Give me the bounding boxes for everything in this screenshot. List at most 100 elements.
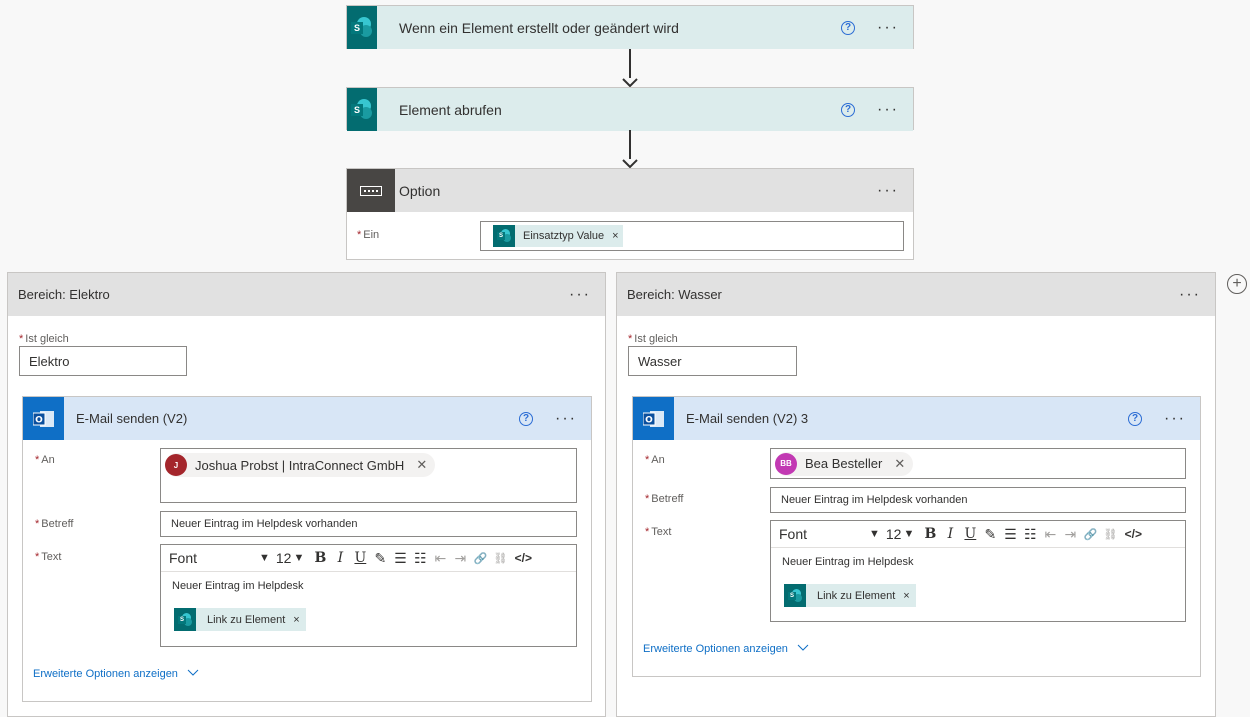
svg-text:O: O [35,415,43,425]
switch-icon [347,169,395,212]
subject-input[interactable]: Neuer Eintrag im Helpdesk vorhanden [770,487,1186,513]
font-select[interactable]: Font [161,550,259,566]
to-label: * An [645,454,665,466]
remove-recipient-icon[interactable]: ✕ [416,457,427,473]
link-icon[interactable]: 🔗 [470,552,490,565]
indent-icon[interactable]: ⇥ [1060,526,1080,543]
flow-arrow [622,49,638,87]
sharepoint-icon: S [174,608,196,631]
get-item-card[interactable]: S Element abrufen ? ··· [346,87,914,131]
send-email-header[interactable]: O E-Mail senden (V2) 3 ? ··· [633,397,1200,440]
underline-icon[interactable]: U [350,550,370,566]
bullet-list-icon[interactable]: ☰ [390,550,410,567]
italic-icon[interactable]: I [330,550,350,566]
bold-icon[interactable]: B [310,550,330,566]
highlight-icon[interactable]: ✎ [370,550,390,567]
remove-token-icon[interactable]: × [612,230,618,242]
send-email-card[interactable]: O E-Mail senden (V2) 3 ? ··· * An BB Bea … [632,396,1201,677]
svg-text:O: O [645,415,653,425]
unlink-icon[interactable]: ⛓ [1100,528,1120,541]
flow-arrow [622,130,638,168]
more-options-icon[interactable]: ··· [1164,410,1186,426]
case-card-elektro[interactable]: Bereich: Elektro ··· * Ist gleich Elektro… [7,272,606,717]
remove-recipient-icon[interactable]: ✕ [894,456,905,472]
editor-toolbar: Font ▼ 12 ▼ B I U ✎ ☰ ☷ ⇤ ⇥ 🔗 ⛓ </> [771,521,1185,548]
body-editor[interactable]: Font ▼ 12 ▼ B I U ✎ ☰ ☷ ⇤ ⇥ 🔗 ⛓ </> Neue… [160,544,577,647]
switch-header[interactable]: Option ··· [347,169,913,212]
italic-icon[interactable]: I [940,526,960,542]
body-text: Neuer Eintrag im Helpdesk [172,580,304,592]
body-editor[interactable]: Font ▼ 12 ▼ B I U ✎ ☰ ☷ ⇤ ⇥ 🔗 ⛓ </> Neue… [770,520,1186,622]
font-size-select[interactable]: 12 [276,550,292,566]
highlight-icon[interactable]: ✎ [980,526,1000,543]
code-view-icon[interactable]: </> [1120,527,1146,541]
size-dropdown-icon[interactable]: ▼ [903,528,914,540]
underline-icon[interactable]: U [960,526,980,542]
einsatztyp-token[interactable]: S Einsatztyp Value × [493,225,623,247]
remove-token-icon[interactable]: × [293,614,299,626]
to-field[interactable]: BB Bea Besteller ✕ [770,448,1186,479]
help-icon[interactable]: ? [841,20,856,35]
help-icon[interactable]: ? [519,411,534,426]
to-field[interactable]: J Joshua Probst | IntraConnect GmbH ✕ [160,448,577,503]
indent-icon[interactable]: ⇥ [450,550,470,567]
more-options-icon[interactable]: ··· [877,182,899,198]
outdent-icon[interactable]: ⇤ [430,550,450,567]
font-dropdown-icon[interactable]: ▼ [259,552,270,564]
bold-icon[interactable]: B [920,526,940,542]
more-options-icon[interactable]: ··· [877,19,899,35]
get-item-header[interactable]: S Element abrufen ? ··· [347,88,913,131]
sharepoint-icon: S [493,225,515,247]
unlink-icon[interactable]: ⛓ [490,552,510,565]
equals-label: * Ist gleich [19,333,69,345]
bullet-list-icon[interactable]: ☰ [1000,526,1020,543]
add-case-icon[interactable]: + [1227,274,1247,294]
subject-label: * Betreff [35,518,74,530]
trigger-card[interactable]: S Wenn ein Element erstellt oder geänder… [346,5,914,49]
trigger-header[interactable]: S Wenn ein Element erstellt oder geänder… [347,6,913,49]
case-header[interactable]: Bereich: Elektro ··· [8,273,605,316]
on-field[interactable]: S Einsatztyp Value × [480,221,904,251]
text-label: * Text [35,551,62,563]
avatar: BB [775,452,797,475]
switch-card[interactable]: Option ··· * Ein S Einsatztyp Value × [346,168,914,260]
size-dropdown-icon[interactable]: ▼ [293,552,304,564]
case-card-wasser[interactable]: Bereich: Wasser ··· * Ist gleich Wasser O… [616,272,1216,717]
subject-label: * Betreff [645,493,684,505]
more-options-icon[interactable]: ··· [1179,286,1201,302]
link-to-item-token[interactable]: S Link zu Element × [784,584,916,607]
advanced-options-link[interactable]: Erweiterte Optionen anzeigen [643,643,809,655]
equals-input[interactable]: Elektro [19,346,187,376]
recipient-persona[interactable]: BB Bea Besteller ✕ [775,451,914,476]
recipient-persona[interactable]: J Joshua Probst | IntraConnect GmbH ✕ [165,453,436,477]
code-view-icon[interactable]: </> [510,551,536,565]
numbered-list-icon[interactable]: ☷ [410,550,430,567]
advanced-options-link[interactable]: Erweiterte Optionen anzeigen [33,668,199,680]
more-options-icon[interactable]: ··· [555,410,577,426]
font-size-select[interactable]: 12 [886,526,902,542]
case-header[interactable]: Bereich: Wasser ··· [617,273,1215,316]
help-icon[interactable]: ? [841,102,856,117]
send-email-title: E-Mail senden (V2) [76,411,188,426]
link-icon[interactable]: 🔗 [1080,528,1100,541]
equals-label: * Ist gleich [628,333,678,345]
outlook-icon: O [633,397,674,440]
numbered-list-icon[interactable]: ☷ [1020,526,1040,543]
send-email-header[interactable]: O E-Mail senden (V2) ? ··· [23,397,591,440]
equals-input[interactable]: Wasser [628,346,797,376]
link-to-item-token[interactable]: S Link zu Element × [174,608,306,631]
font-select[interactable]: Font [771,526,869,542]
help-icon[interactable]: ? [1128,411,1143,426]
case-title: Bereich: Wasser [627,287,722,302]
send-email-title: E-Mail senden (V2) 3 [686,411,809,426]
chevron-down-icon [187,669,199,676]
case-title: Bereich: Elektro [18,287,110,302]
subject-input[interactable]: Neuer Eintrag im Helpdesk vorhanden [160,511,577,537]
remove-token-icon[interactable]: × [903,590,909,602]
more-options-icon[interactable]: ··· [569,286,591,302]
outdent-icon[interactable]: ⇤ [1040,526,1060,543]
send-email-card[interactable]: O E-Mail senden (V2) ? ··· * An J Joshua … [22,396,592,702]
more-options-icon[interactable]: ··· [877,101,899,117]
font-dropdown-icon[interactable]: ▼ [869,528,880,540]
editor-toolbar: Font ▼ 12 ▼ B I U ✎ ☰ ☷ ⇤ ⇥ 🔗 ⛓ </> [161,545,576,572]
